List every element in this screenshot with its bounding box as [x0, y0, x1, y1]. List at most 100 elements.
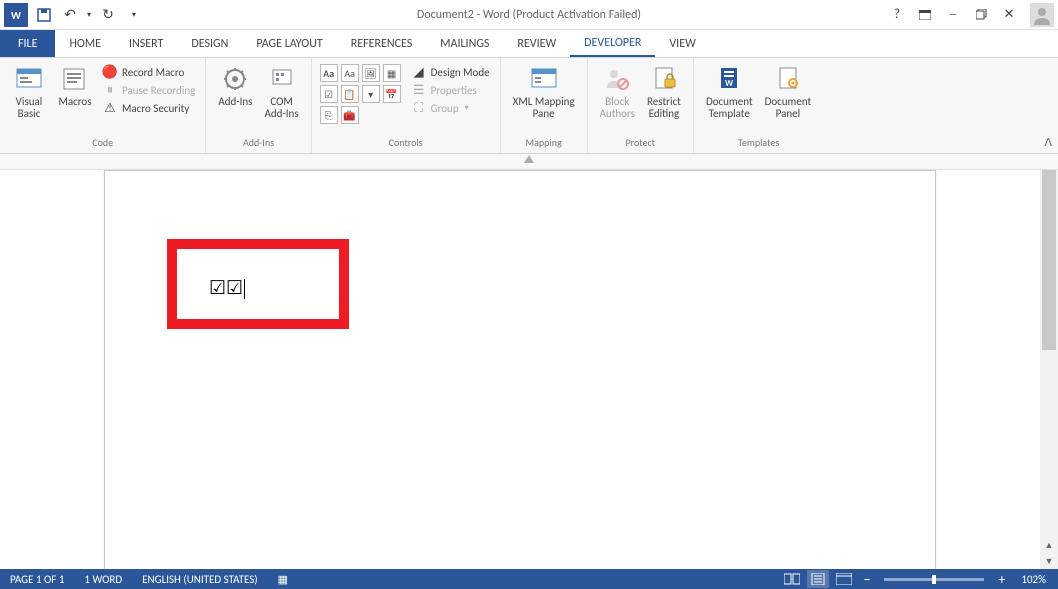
record-macro-label: Record Macro	[122, 66, 184, 79]
collapse-ribbon-icon[interactable]: ᐱ	[1044, 136, 1052, 149]
com-addins-button[interactable]: COM Add-Ins	[258, 62, 304, 122]
tab-page-layout[interactable]: PAGE LAYOUT	[242, 30, 336, 57]
restore-button[interactable]	[968, 4, 994, 26]
ribbon: Visual Basic Macros 🔴Record Macro ⏸Pause…	[0, 58, 1058, 154]
group-code: Visual Basic Macros 🔴Record Macro ⏸Pause…	[0, 58, 206, 153]
document-panel-button[interactable]: Document Panel	[759, 62, 818, 122]
date-picker-control[interactable]: 📅	[383, 85, 401, 103]
qat-customize-icon[interactable]: ▾	[122, 3, 146, 27]
ribbon-display-button[interactable]	[912, 4, 938, 26]
properties-icon: ☰	[411, 82, 427, 98]
word-app-icon: W	[4, 3, 28, 27]
macro-security-button[interactable]: ⚠ Macro Security	[102, 100, 195, 116]
zoom-percentage[interactable]: 102%	[1013, 573, 1054, 586]
zoom-in-button[interactable]: +	[994, 571, 1009, 588]
addins-label: Add-Ins	[218, 96, 252, 108]
group-addins-label: Add-Ins	[212, 134, 304, 153]
zoom-out-button[interactable]: −	[859, 571, 874, 588]
tab-developer[interactable]: DEVELOPER	[570, 30, 655, 57]
status-bar: PAGE 1 OF 1 1 WORD ENGLISH (UNITED STATE…	[0, 569, 1058, 589]
scroll-up-icon[interactable]: ▲	[1040, 537, 1058, 553]
document-template-button[interactable]: W Document Template	[700, 62, 759, 122]
repeating-section-control[interactable]: ⎘	[320, 106, 338, 124]
macros-icon	[60, 64, 90, 94]
group-code-label: Code	[6, 134, 199, 153]
status-words[interactable]: 1 WORD	[74, 573, 132, 586]
restrict-editing-icon	[649, 64, 679, 94]
status-macro-icon[interactable]: ▦	[268, 573, 298, 586]
vertical-scrollbar[interactable]: ▲ ▼	[1040, 170, 1058, 569]
group-mapping: XML Mapping Pane Mapping	[501, 58, 588, 153]
xml-mapping-button[interactable]: XML Mapping Pane	[507, 62, 581, 122]
pause-recording-label: Pause Recording	[122, 84, 195, 97]
group-controls-label: Controls	[318, 134, 494, 153]
ruler-horizontal[interactable]	[0, 154, 1058, 170]
building-block-control[interactable]: ▦	[383, 64, 401, 82]
visual-basic-icon	[14, 64, 44, 94]
macro-security-icon: ⚠	[102, 100, 118, 116]
group-mapping-label: Mapping	[507, 134, 581, 153]
status-page[interactable]: PAGE 1 OF 1	[0, 573, 74, 586]
legacy-tools-control[interactable]: 🧰	[341, 106, 359, 124]
properties-label: Properties	[431, 84, 477, 97]
svg-text:W: W	[725, 78, 734, 89]
plain-text-control[interactable]: Aa	[341, 64, 359, 82]
ruler-center-marker-icon	[524, 155, 534, 163]
user-avatar[interactable]	[1030, 3, 1054, 27]
group-protect: Block Authors Restrict Editing Protect	[588, 58, 694, 153]
dropdown-control[interactable]: ▾	[362, 85, 380, 103]
read-mode-button[interactable]	[781, 570, 803, 588]
addins-icon	[220, 64, 250, 94]
save-button[interactable]	[32, 3, 56, 27]
controls-gallery: Aa Aa 🖼 ▦ ☑ 📋 ▾ 📅 ⎘ 🧰	[318, 62, 407, 124]
tab-file[interactable]: FILE	[0, 30, 55, 57]
picture-control[interactable]: 🖼	[362, 64, 380, 82]
block-authors-icon	[602, 64, 632, 94]
tab-home[interactable]: HOME	[55, 30, 115, 57]
design-mode-icon: ◢	[411, 64, 427, 80]
page-viewport[interactable]: ☑☑	[0, 170, 1040, 569]
macros-button[interactable]: Macros	[52, 62, 98, 110]
scrollbar-thumb[interactable]	[1042, 170, 1056, 350]
tab-mailings[interactable]: MAILINGS	[426, 30, 503, 57]
properties-button: ☰ Properties	[411, 82, 490, 98]
svg-text:W: W	[11, 9, 21, 22]
undo-dropdown-icon[interactable]: ▾	[84, 3, 94, 27]
undo-button[interactable]: ↶	[58, 3, 82, 27]
group-controls: Aa Aa 🖼 ▦ ☑ 📋 ▾ 📅 ⎘ 🧰	[312, 58, 501, 153]
group-addins: Add-Ins COM Add-Ins Add-Ins	[206, 58, 311, 153]
minimize-button[interactable]: ─	[940, 4, 966, 26]
tab-review[interactable]: REVIEW	[503, 30, 570, 57]
tab-references[interactable]: REFERENCES	[337, 30, 427, 57]
record-macro-button[interactable]: 🔴Record Macro	[102, 64, 195, 80]
tab-design[interactable]: DESIGN	[177, 30, 242, 57]
scroll-down-icon[interactable]: ▼	[1040, 553, 1058, 569]
document-content[interactable]: ☑☑	[209, 277, 245, 300]
macro-security-label: Macro Security	[122, 102, 189, 115]
visual-basic-button[interactable]: Visual Basic	[6, 62, 52, 122]
redo-button[interactable]: ↻	[96, 3, 120, 27]
addins-button[interactable]: Add-Ins	[212, 62, 258, 110]
web-layout-button[interactable]	[833, 570, 855, 588]
design-mode-button[interactable]: ◢Design Mode	[411, 64, 490, 80]
combobox-control[interactable]: 📋	[341, 85, 359, 103]
restrict-editing-button[interactable]: Restrict Editing	[641, 62, 687, 122]
visual-basic-label: Visual Basic	[16, 96, 43, 120]
zoom-slider-handle[interactable]	[932, 575, 936, 584]
status-language[interactable]: ENGLISH (UNITED STATES)	[132, 573, 267, 586]
tab-view[interactable]: VIEW	[655, 30, 709, 57]
rich-text-control[interactable]: Aa	[320, 64, 338, 82]
document-panel-label: Document Panel	[765, 96, 812, 120]
group-templates-label: Templates	[700, 134, 817, 153]
print-layout-button[interactable]	[807, 570, 829, 588]
document-panel-icon	[773, 64, 803, 94]
checkbox-control[interactable]: ☑	[320, 85, 338, 103]
help-button[interactable]: ?	[884, 4, 910, 26]
tab-insert[interactable]: INSERT	[115, 30, 177, 57]
group-button: ⛶Group▾	[411, 100, 490, 116]
document-page[interactable]: ☑☑	[104, 170, 936, 569]
zoom-slider[interactable]	[884, 578, 984, 581]
close-button[interactable]: ✕	[996, 4, 1022, 26]
chevron-down-icon: ▾	[465, 103, 469, 113]
xml-mapping-label: XML Mapping Pane	[513, 96, 575, 120]
